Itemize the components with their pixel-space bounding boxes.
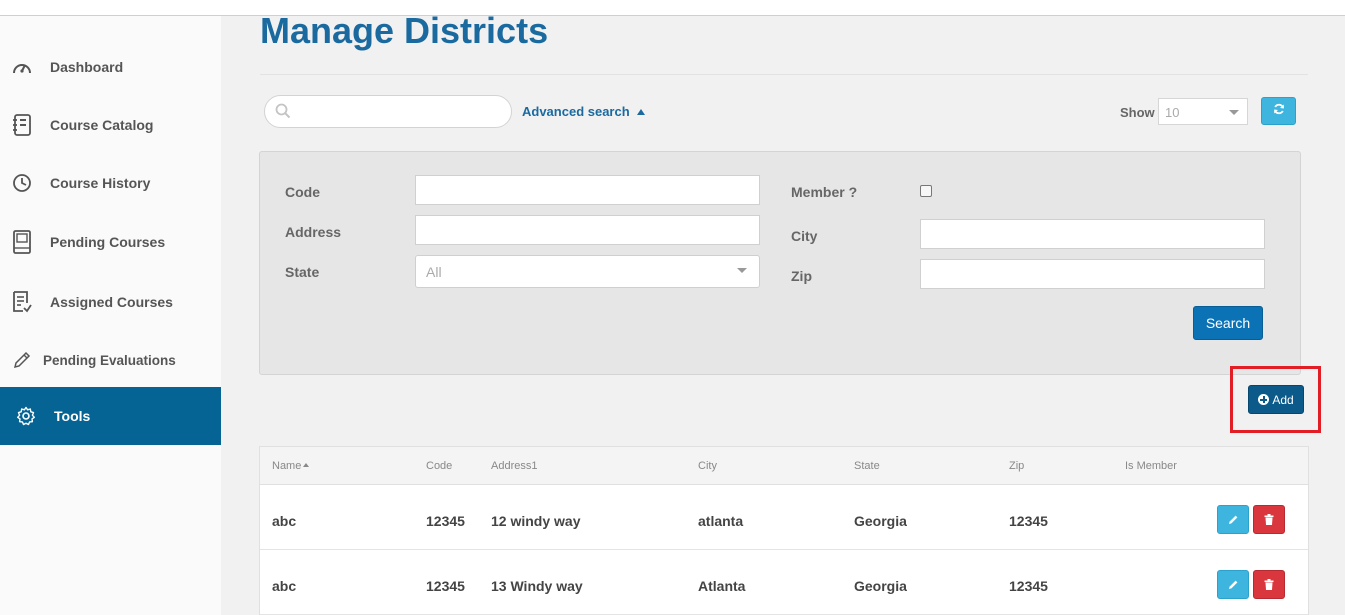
checklist-icon: [11, 291, 33, 313]
trash-icon: [1264, 514, 1274, 525]
address-label: Address: [285, 224, 342, 240]
member-label: Member ?: [791, 184, 858, 200]
chevron-down-icon: [737, 268, 747, 273]
cell-zip: 12345: [1009, 578, 1048, 594]
sidebar-item-label: Pending Courses: [50, 234, 166, 250]
add-button-label: Add: [1272, 392, 1294, 407]
city-input[interactable]: [920, 219, 1265, 249]
sidebar-item-label: Assigned Courses: [50, 294, 173, 310]
column-header-code[interactable]: Code: [426, 460, 452, 472]
code-label: Code: [285, 184, 320, 200]
refresh-button[interactable]: [1261, 97, 1296, 125]
cell-code: 12345: [426, 578, 465, 594]
book-icon: [11, 230, 33, 254]
sidebar-item-assigned-courses[interactable]: Assigned Courses: [0, 273, 221, 331]
top-bar: [0, 0, 1345, 16]
page-size-value: 10: [1165, 105, 1180, 120]
zip-input[interactable]: [920, 259, 1265, 289]
search-input[interactable]: [299, 102, 499, 122]
column-header-city[interactable]: City: [698, 460, 717, 472]
search-button[interactable]: Search: [1193, 306, 1263, 340]
sidebar-item-label: Course Catalog: [50, 117, 154, 133]
sidebar-item-label: Dashboard: [50, 59, 124, 75]
delete-button[interactable]: [1253, 505, 1285, 534]
advanced-search-link[interactable]: Advanced search: [522, 104, 630, 119]
cell-address1: 12 windy way: [491, 513, 581, 529]
caret-up-icon[interactable]: [637, 109, 645, 115]
cell-state: Georgia: [854, 513, 907, 529]
edit-button[interactable]: [1217, 505, 1249, 534]
member-checkbox[interactable]: [920, 185, 932, 197]
zip-label: Zip: [791, 268, 812, 284]
page-size-select[interactable]: 10: [1158, 98, 1248, 125]
cell-address1: 13 Windy way: [491, 578, 583, 594]
sidebar-item-label: Tools: [54, 408, 91, 424]
table-row: abc 12345 12 windy way atlanta Georgia 1…: [260, 485, 1308, 550]
column-header-name[interactable]: Name: [272, 460, 310, 472]
pencil-icon: [11, 349, 33, 371]
state-value: All: [426, 264, 442, 280]
sidebar-item-label: Course History: [50, 175, 151, 191]
cell-state: Georgia: [854, 578, 907, 594]
page-title: Manage Districts: [260, 10, 549, 51]
search-box[interactable]: [264, 95, 512, 128]
delete-button[interactable]: [1253, 570, 1285, 599]
dashboard-gauge-icon: [11, 56, 33, 78]
column-header-state[interactable]: State: [854, 460, 880, 472]
cell-code: 12345: [426, 513, 465, 529]
chevron-down-icon: [1229, 110, 1239, 115]
sidebar-item-pending-courses[interactable]: Pending Courses: [0, 213, 221, 271]
column-header-is-member[interactable]: Is Member: [1125, 460, 1177, 472]
column-header-zip[interactable]: Zip: [1009, 460, 1024, 472]
cell-name: abc: [272, 513, 297, 529]
sort-asc-icon: [303, 463, 310, 467]
sidebar-item-pending-evaluations[interactable]: Pending Evaluations: [0, 331, 221, 389]
plus-circle-icon: [1258, 394, 1270, 405]
cell-name: abc: [272, 578, 297, 594]
sidebar-item-dashboard[interactable]: Dashboard: [0, 38, 221, 96]
sidebar-item-course-catalog[interactable]: Course Catalog: [0, 96, 221, 154]
cell-city: Atlanta: [698, 578, 746, 594]
search-icon: [275, 103, 291, 124]
add-button[interactable]: Add: [1248, 385, 1304, 414]
city-label: City: [791, 228, 818, 244]
code-input[interactable]: [415, 175, 760, 205]
districts-table: Name Code Address1 City State Zip Is Mem…: [259, 446, 1309, 615]
pencil-icon: [1228, 580, 1237, 589]
refresh-icon: [1273, 102, 1285, 120]
cell-zip: 12345: [1009, 513, 1048, 529]
trash-icon: [1264, 579, 1274, 590]
table-row: abc 12345 13 Windy way Atlanta Georgia 1…: [260, 550, 1308, 615]
address-input[interactable]: [415, 215, 760, 245]
cell-city: atlanta: [698, 513, 744, 529]
column-header-address1[interactable]: Address1: [491, 460, 537, 472]
catalog-icon: [11, 114, 33, 136]
sidebar: Dashboard Course Catalog Course History …: [0, 16, 221, 615]
sidebar-item-label: Pending Evaluations: [43, 352, 176, 368]
gear-icon: [15, 405, 37, 427]
history-clock-icon: [11, 172, 33, 194]
state-select[interactable]: All: [415, 255, 760, 288]
sidebar-item-tools[interactable]: Tools: [0, 387, 221, 445]
state-label: State: [285, 264, 320, 280]
table-header: Name Code Address1 City State Zip Is Mem…: [260, 447, 1308, 485]
divider: [260, 74, 1308, 75]
pencil-icon: [1228, 515, 1237, 524]
show-label: Show: [1120, 105, 1155, 120]
edit-button[interactable]: [1217, 570, 1249, 599]
sidebar-item-course-history[interactable]: Course History: [0, 154, 221, 212]
